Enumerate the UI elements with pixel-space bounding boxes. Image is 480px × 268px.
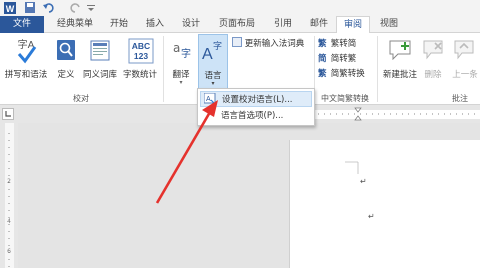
language-button[interactable]: A字 语言 ▾ <box>198 34 228 91</box>
tab-page-layout[interactable]: 页面布局 <box>212 16 262 33</box>
tab-view[interactable]: 视图 <box>374 16 404 33</box>
group-label-chinese: 中文简繁转换 <box>321 94 369 103</box>
chinese-convert-button[interactable]: 繁 简繁转换 <box>318 68 365 81</box>
group-label-proofing: 校对 <box>73 94 89 103</box>
set-proofing-language-item[interactable]: A 设置校对语言(L)... <box>200 91 312 107</box>
define-icon <box>56 39 76 61</box>
group-divider <box>377 36 378 102</box>
svg-text:字: 字 <box>213 40 222 52</box>
save-icon[interactable] <box>24 1 36 15</box>
thesaurus-label: 同义词库 <box>82 70 117 80</box>
thesaurus-icon <box>89 39 111 61</box>
svg-text:W: W <box>6 4 15 14</box>
svg-text:A: A <box>202 46 213 63</box>
set-proofing-language-label: 设置校对语言(L)... <box>222 95 293 105</box>
new-comment-icon <box>389 40 411 60</box>
customize-qat-icon[interactable] <box>86 1 96 15</box>
vertical-ruler[interactable]: 2 4 6 <box>0 123 18 268</box>
spelling-grammar-button[interactable]: 字A 拼写和语法 <box>2 35 50 91</box>
simp-to-trad-icon: 简 <box>318 54 327 64</box>
tab-design[interactable]: 设计 <box>176 16 206 33</box>
set-language-icon: A <box>204 93 216 104</box>
chinese-convert-icon: 繁 <box>318 69 327 79</box>
chinese-convert-label: 简繁转换 <box>330 69 365 79</box>
define-label: 定义 <box>57 70 75 80</box>
title-bar: W <box>0 0 480 16</box>
spelling-check-icon: 字A <box>14 37 38 65</box>
word-logo-icon: W <box>4 1 17 15</box>
update-ime-dictionary-button[interactable]: 更新输入法词典 <box>232 37 304 50</box>
undo-icon[interactable] <box>42 1 56 15</box>
tab-references[interactable]: 引用 <box>268 16 298 33</box>
previous-comment-label: 上一条 <box>452 70 478 80</box>
thesaurus-button[interactable]: 同义词库 <box>80 35 120 91</box>
paragraph-mark: ↵ <box>368 212 375 221</box>
new-comment-button[interactable]: 新建批注 <box>380 35 420 91</box>
previous-comment-icon <box>454 40 474 60</box>
group-label-comments: 批注 <box>452 94 468 103</box>
delete-comment-label: 删除 <box>424 70 442 80</box>
tab-file[interactable]: 文件 <box>0 16 44 33</box>
delete-comment-icon <box>423 40 443 60</box>
tab-classic-menu[interactable]: 经典菜单 <box>50 16 100 33</box>
new-comment-label: 新建批注 <box>382 70 417 80</box>
language-dropdown-menu: A 设置校对语言(L)... 语言首选项(P)... <box>197 88 315 126</box>
update-ime-label: 更新输入法词典 <box>244 39 305 49</box>
margin-corner-marks <box>345 161 359 174</box>
dictionary-icon <box>232 37 242 47</box>
tab-mailings[interactable]: 邮件 <box>304 16 334 33</box>
svg-text:2: 2 <box>7 178 11 185</box>
svg-text:ABC: ABC <box>132 41 150 51</box>
group-divider <box>163 36 164 102</box>
document-page[interactable]: ↵ ↵ <box>289 140 480 268</box>
translate-button[interactable]: a字 翻译 ▾ <box>166 35 196 91</box>
define-button[interactable]: 定义 <box>52 35 80 91</box>
tab-home[interactable]: 开始 <box>104 16 134 33</box>
simp-to-trad-button[interactable]: 简 简转繁 <box>318 53 356 66</box>
previous-comment-button[interactable]: 上一条 <box>450 35 480 91</box>
svg-text:a: a <box>173 41 180 55</box>
tab-review[interactable]: 审阅 <box>336 16 370 34</box>
trad-to-simp-icon: 繁 <box>318 39 327 49</box>
translate-icon: a字 <box>169 37 193 61</box>
word-count-label: 字数统计 <box>122 70 157 80</box>
redo-icon[interactable] <box>70 1 82 15</box>
ribbon-tabs: 文件 经典菜单 开始 插入 设计 页面布局 引用 邮件 审阅 视图 <box>0 16 480 34</box>
language-preferences-label: 语言首选项(P)... <box>221 111 284 121</box>
trad-to-simp-button[interactable]: 繁 繁转简 <box>318 38 356 51</box>
trad-to-simp-label: 繁转简 <box>330 39 357 49</box>
paragraph-mark: ↵ <box>360 177 367 186</box>
spelling-label: 拼写和语法 <box>4 70 48 80</box>
language-preferences-item[interactable]: 语言首选项(P)... <box>200 108 312 124</box>
language-dropdown-icon: ▾ <box>211 80 215 87</box>
svg-text:A: A <box>206 96 211 103</box>
svg-text:123: 123 <box>134 51 148 61</box>
translate-dropdown-icon: ▾ <box>179 79 183 86</box>
simp-to-trad-label: 简转繁 <box>330 54 357 64</box>
delete-comment-button[interactable]: 删除 <box>420 35 446 91</box>
tab-insert[interactable]: 插入 <box>140 16 170 33</box>
word-count-icon: ABC 123 <box>128 38 154 64</box>
svg-text:6: 6 <box>7 248 11 255</box>
svg-text:字: 字 <box>181 47 191 60</box>
word-count-button[interactable]: ABC 123 字数统计 <box>120 35 160 91</box>
language-icon: A字 <box>201 37 227 65</box>
svg-text:4: 4 <box>7 218 11 225</box>
